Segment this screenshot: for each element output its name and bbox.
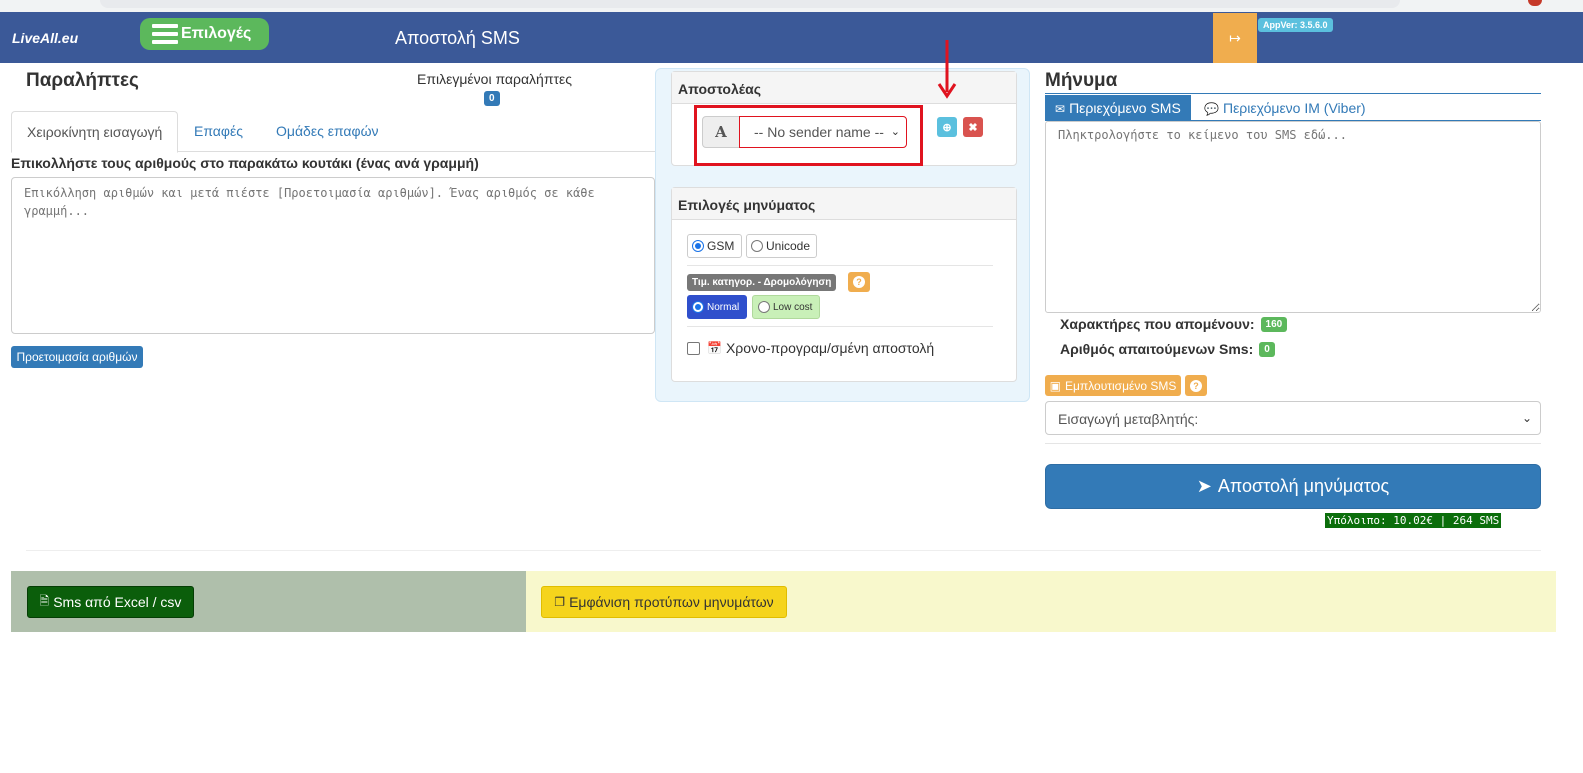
question-icon: ?	[1190, 379, 1202, 392]
divider	[26, 550, 1541, 551]
recipients-tabs: Χειροκίνητη εισαγωγή Επαφές Ομάδες επαφώ…	[11, 111, 655, 153]
options-menu-label: Επιλογές	[181, 25, 252, 42]
tab-contacts[interactable]: Επαφές	[179, 111, 258, 152]
show-templates-button[interactable]: ❐ Εμφάνιση προτύπων μηνυμάτων	[541, 586, 787, 618]
paper-plane-icon: ➤	[1196, 476, 1212, 496]
delete-sender-button[interactable]: ✖	[963, 117, 983, 137]
radio-icon	[692, 240, 704, 252]
tab-viber-content-label: Περιεχόμενο IM (Viber)	[1222, 100, 1366, 116]
top-navbar: LiveAll.eu Επιλογές Αποστολή SMS ↦ AppVe…	[0, 12, 1583, 63]
routing-lowcost-label: Low cost	[773, 301, 813, 313]
rich-sms-label: Εμπλουτισμένο SMS	[1065, 378, 1177, 393]
sms-from-excel-button[interactable]: 🗎 Sms από Excel / csv	[27, 586, 194, 618]
plus-circle-icon: ⊕	[942, 121, 952, 134]
add-sender-button[interactable]: ⊕	[937, 117, 957, 137]
sender-select-value: -- No sender name --	[754, 124, 884, 140]
brand-logo[interactable]: LiveAll.eu	[12, 30, 78, 46]
routing-label: Τιμ. κατηγορ. - Δρομολόγηση	[687, 274, 837, 291]
sender-text-icon: A	[702, 116, 740, 148]
divider	[687, 265, 993, 266]
radio-unicode[interactable]: Unicode	[746, 234, 817, 258]
options-menu-button[interactable]: Επιλογές	[140, 18, 269, 50]
radio-icon	[751, 240, 763, 252]
address-bar[interactable]	[100, 0, 1400, 8]
sms-text-input[interactable]	[1045, 121, 1541, 313]
browser-toolbar	[0, 0, 1583, 12]
schedule-label: Χρονο-προγραμ/σμένη αποστολή	[725, 340, 935, 356]
routing-normal-option[interactable]: Normal	[687, 295, 747, 319]
tab-sms-content-label: Περιεχόμενο SMS	[1069, 100, 1181, 116]
sms-count-label: Αριθμός απαιτούμενων Sms:	[1060, 341, 1254, 357]
chat-icon: 💬	[1204, 102, 1219, 116]
image-icon: ▣	[1049, 378, 1061, 393]
question-icon: ?	[853, 276, 865, 288]
routing-help-button[interactable]: ?	[848, 272, 870, 292]
tab-sms-content[interactable]: ✉ Περιεχόμενο SMS	[1045, 95, 1191, 121]
profile-avatar[interactable]	[1528, 0, 1542, 6]
selected-recipients-count: 0	[484, 91, 500, 106]
recipients-title: Παραλήπτες	[26, 70, 139, 91]
sms-count-row: Αριθμός απαιτούμενων Sms: 0	[1060, 341, 1275, 357]
message-options-title: Επιλογές μηνύματος	[672, 188, 1016, 220]
message-title: Μήνυμα	[1045, 70, 1118, 91]
radio-unicode-label: Unicode	[766, 239, 811, 253]
chars-left-count: 160	[1260, 316, 1288, 332]
divider	[1045, 443, 1541, 444]
paste-numbers-label: Επικολλήστε τους αριθμούς στο παρακάτω κ…	[11, 155, 479, 171]
logout-button[interactable]: ↦	[1213, 13, 1257, 63]
rich-sms-help-button[interactable]: ?	[1185, 375, 1207, 396]
show-templates-label: Εμφάνιση προτύπων μηνυμάτων	[569, 594, 774, 610]
selected-recipients-label: Επιλεγμένοι παραλήπτες	[417, 71, 573, 87]
chars-left-label: Χαρακτήρες που απομένουν:	[1060, 316, 1255, 332]
chevron-down-icon: ⌄	[890, 126, 900, 138]
radio-icon	[692, 301, 704, 313]
envelope-icon: ✉	[1055, 102, 1066, 116]
hamburger-icon	[152, 24, 178, 44]
sender-options-column: Αποστολέας A -- No sender name -- ⌄ ⊕ ✖ …	[655, 68, 1030, 402]
file-excel-icon: 🗎	[39, 593, 50, 608]
close-icon: ✖	[968, 121, 978, 134]
message-options-panel: Επιλογές μηνύματος GSM Unicode Τιμ. κατη…	[671, 187, 1017, 382]
sms-from-excel-label: Sms από Excel / csv	[53, 594, 182, 610]
send-message-label: Αποστολή μηνύματος	[1217, 476, 1390, 496]
scheduled-send-option[interactable]: 📅 Χρονο-προγραμ/σμένη αποστολή	[687, 340, 934, 356]
radio-gsm[interactable]: GSM	[687, 234, 742, 258]
chars-left-row: Χαρακτήρες που απομένουν: 160	[1060, 316, 1288, 332]
divider	[687, 326, 993, 327]
sender-name-select[interactable]: -- No sender name -- ⌄	[739, 116, 907, 148]
send-message-button[interactable]: ➤ Αποστολή μηνύματος	[1045, 464, 1541, 509]
radio-gsm-label: GSM	[707, 239, 735, 253]
rich-sms-button[interactable]: ▣ Εμπλουτισμένο SMS	[1045, 375, 1181, 396]
tab-manual-entry[interactable]: Χειροκίνητη εισαγωγή	[11, 111, 179, 153]
insert-variable-value: Εισαγωγή μεταβλητής:	[1058, 411, 1199, 427]
chevron-down-icon: ⌄	[1521, 411, 1532, 425]
routing-normal-label: Normal	[707, 301, 740, 313]
page-title: Αποστολή SMS	[395, 28, 520, 48]
insert-variable-select[interactable]: Εισαγωγή μεταβλητής: ⌄	[1045, 401, 1541, 435]
radio-icon	[758, 301, 770, 313]
prepare-numbers-button[interactable]: Προετοιμασία αριθμών	[11, 346, 143, 368]
tab-contact-groups[interactable]: Ομάδες επαφών	[261, 111, 394, 152]
balance-indicator: Υπόλοιπο: 10.02€ | 264 SMS	[1325, 513, 1502, 528]
tab-viber-content[interactable]: 💬 Περιεχόμενο IM (Viber)	[1194, 95, 1376, 121]
numbers-input[interactable]	[11, 177, 655, 334]
schedule-checkbox[interactable]	[687, 341, 700, 355]
sender-title: Αποστολέας	[672, 72, 1016, 104]
sign-out-icon: ↦	[1229, 29, 1241, 46]
app-version-badge: AppVer: 3.5.6.0	[1258, 18, 1333, 32]
routing-lowcost-option[interactable]: Low cost	[752, 295, 820, 319]
red-arrow-annotation	[937, 40, 957, 99]
calendar-icon: 📅	[707, 341, 722, 355]
sms-count-value: 0	[1259, 341, 1275, 357]
copy-icon: ❐	[554, 595, 566, 609]
message-tabs: ✉ Περιεχόμενο SMS 💬 Περιεχόμενο IM (Viber)	[1045, 93, 1541, 121]
